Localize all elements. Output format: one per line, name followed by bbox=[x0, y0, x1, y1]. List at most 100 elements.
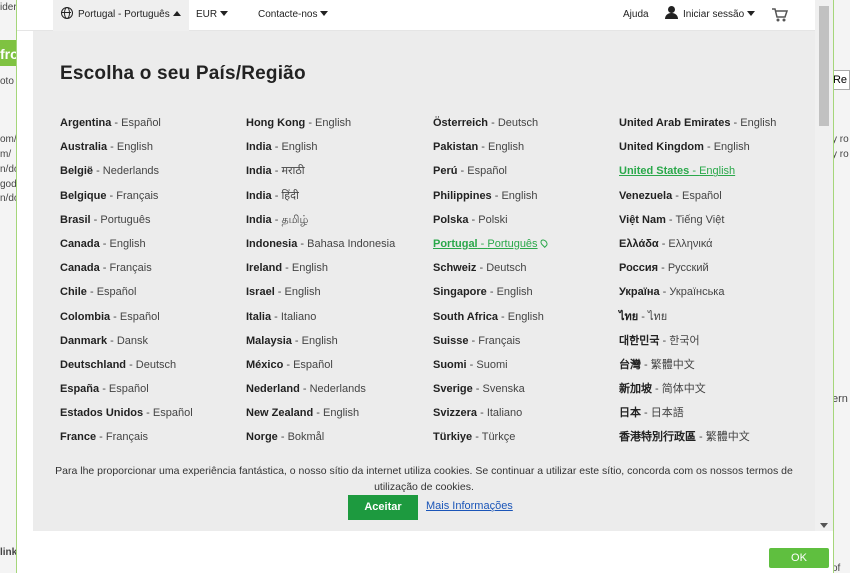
country-link[interactable]: België - Nederlands bbox=[60, 163, 246, 187]
country-link[interactable]: Chile - Español bbox=[60, 284, 246, 308]
country-link[interactable]: Hong Kong - English bbox=[246, 115, 432, 139]
country-link[interactable]: Україна - Українська bbox=[619, 284, 805, 308]
country-link[interactable]: Australia - English bbox=[60, 139, 246, 163]
country-link[interactable]: South Africa - English bbox=[433, 309, 619, 333]
currency-selector[interactable]: EUR bbox=[196, 0, 229, 31]
language-name: Français bbox=[116, 189, 159, 202]
country-link[interactable]: 新加坡 - 简体中文 bbox=[619, 381, 805, 405]
country-link[interactable]: Indonesia - Bahasa Indonesia bbox=[246, 236, 432, 260]
country-link[interactable]: Sverige - Svenska bbox=[433, 381, 619, 405]
country-link[interactable]: Ireland - English bbox=[246, 260, 432, 284]
country-link[interactable]: Việt Nam - Tiếng Việt bbox=[619, 212, 805, 236]
country-link[interactable]: Pakistan - English bbox=[433, 139, 619, 163]
scroll-thumb[interactable] bbox=[819, 6, 829, 126]
country-link[interactable]: Schweiz - Deutsch bbox=[433, 260, 619, 284]
country-link[interactable]: 台灣 - 繁體中文 bbox=[619, 357, 805, 381]
country-link[interactable]: Belgique - Français bbox=[60, 188, 246, 212]
country-link[interactable]: Suomi - Suomi bbox=[433, 357, 619, 381]
country-link[interactable]: Österreich - Deutsch bbox=[433, 115, 619, 139]
country-link[interactable]: Россия - Русский bbox=[619, 260, 805, 284]
cart-button[interactable] bbox=[771, 6, 789, 24]
country-link[interactable]: Suisse - Français bbox=[433, 333, 619, 357]
help-link[interactable]: Ajuda bbox=[623, 0, 649, 31]
country-link[interactable]: Colombia - Español bbox=[60, 309, 246, 333]
country-link[interactable]: Venezuela - Español bbox=[619, 188, 805, 212]
country-link[interactable]: Norge - Bokmål bbox=[246, 429, 432, 453]
country-link[interactable]: Polska - Polski bbox=[433, 212, 619, 236]
bg-text-fragment: y ro bbox=[832, 149, 849, 160]
country-name: Singapore bbox=[433, 286, 487, 299]
language-selector[interactable]: Portugal - Português bbox=[53, 0, 189, 31]
country-link[interactable]: Deutschland - Deutsch bbox=[60, 357, 246, 381]
country-link[interactable]: Singapore - English bbox=[433, 284, 619, 308]
language-name: Deutsch bbox=[135, 358, 177, 371]
country-link[interactable]: India - தமிழ் bbox=[246, 212, 432, 236]
country-link[interactable]: Türkiye - Türkçe bbox=[433, 429, 619, 453]
country-link[interactable]: 日本 - 日本語 bbox=[619, 405, 805, 429]
country-column: United Arab Emirates - English United Kin… bbox=[619, 115, 805, 454]
ok-button[interactable]: OK bbox=[769, 548, 829, 568]
country-link[interactable]: Argentina - Español bbox=[60, 115, 246, 139]
separator: - bbox=[466, 358, 477, 371]
language-name: Español bbox=[293, 358, 333, 371]
caret-down-icon bbox=[220, 11, 229, 16]
country-link[interactable]: Estados Unidos - Español bbox=[60, 405, 246, 429]
language-name: हिंदी bbox=[281, 189, 299, 202]
globe-icon bbox=[61, 7, 73, 19]
separator: - bbox=[143, 407, 153, 420]
country-name: Svizzera bbox=[433, 407, 478, 420]
country-link[interactable]: India - हिंदी bbox=[246, 188, 432, 212]
country-name: India bbox=[246, 165, 272, 178]
language-name: Deutsch bbox=[497, 117, 539, 129]
separator: - bbox=[86, 286, 97, 299]
country-name: 香港特別行政區 bbox=[619, 431, 696, 444]
separator: - bbox=[107, 334, 117, 347]
bg-text-fragment: y ro bbox=[832, 134, 849, 145]
country-link[interactable]: España - Español bbox=[60, 381, 246, 405]
language-name: Español bbox=[119, 310, 160, 323]
country-link[interactable]: France - Français bbox=[60, 429, 246, 453]
separator: - bbox=[672, 189, 682, 202]
contact-menu[interactable]: Contacte-nos bbox=[258, 0, 329, 31]
signin-menu[interactable]: Iniciar sessão bbox=[665, 0, 756, 31]
country-link[interactable]: United Arab Emirates - English bbox=[619, 115, 805, 139]
country-link[interactable]: New Zealand - English bbox=[246, 405, 432, 429]
country-link[interactable]: Portugal - Português bbox=[433, 236, 619, 260]
separator: - bbox=[282, 262, 292, 275]
country-link[interactable]: Perú - Español bbox=[433, 163, 619, 187]
country-link[interactable]: United States - English bbox=[619, 163, 805, 187]
country-link[interactable]: Philippines - English bbox=[433, 188, 619, 212]
country-link[interactable]: United Kingdom - English bbox=[619, 139, 805, 163]
country-link[interactable]: India - मराठी bbox=[246, 163, 432, 187]
country-link[interactable]: Canada - English bbox=[60, 236, 246, 260]
separator: - bbox=[641, 407, 651, 420]
country-link[interactable]: Israel - English bbox=[246, 284, 432, 308]
language-name: Français bbox=[105, 431, 149, 444]
country-name: India bbox=[246, 141, 272, 154]
country-link[interactable]: India - English bbox=[246, 139, 432, 163]
accept-cookies-button[interactable]: Aceitar bbox=[348, 495, 418, 520]
country-link[interactable]: Ελλάδα - Ελληνικά bbox=[619, 236, 805, 260]
country-name: Pakistan bbox=[433, 141, 479, 154]
language-name: Svenska bbox=[482, 383, 525, 396]
language-name: English bbox=[284, 286, 321, 299]
country-link[interactable]: Danmark - Dansk bbox=[60, 333, 246, 357]
country-link[interactable]: 대한민국 - 한국어 bbox=[619, 333, 805, 357]
country-link[interactable]: Italia - Italiano bbox=[246, 309, 432, 333]
country-link[interactable]: México - Español bbox=[246, 357, 432, 381]
country-link[interactable]: Canada - Français bbox=[60, 260, 246, 284]
separator: - bbox=[477, 237, 488, 250]
country-link[interactable]: ไทย - ไทย bbox=[619, 309, 805, 333]
country-link[interactable]: Nederland - Nederlands bbox=[246, 381, 432, 405]
language-name: Français bbox=[478, 334, 521, 347]
separator: - bbox=[106, 189, 117, 202]
more-info-link[interactable]: Mais Informações bbox=[426, 500, 513, 512]
country-link[interactable]: Svizzera - Italiano bbox=[433, 405, 619, 429]
scrollbar[interactable] bbox=[815, 0, 833, 531]
country-column: Hong Kong - English India - English India … bbox=[246, 115, 432, 454]
country-link[interactable]: 香港特別行政區 - 繁體中文 bbox=[619, 429, 805, 453]
separator: - bbox=[271, 213, 282, 226]
scroll-down-icon[interactable] bbox=[820, 523, 828, 528]
country-link[interactable]: Brasil - Português bbox=[60, 212, 246, 236]
country-link[interactable]: Malaysia - English bbox=[246, 333, 432, 357]
